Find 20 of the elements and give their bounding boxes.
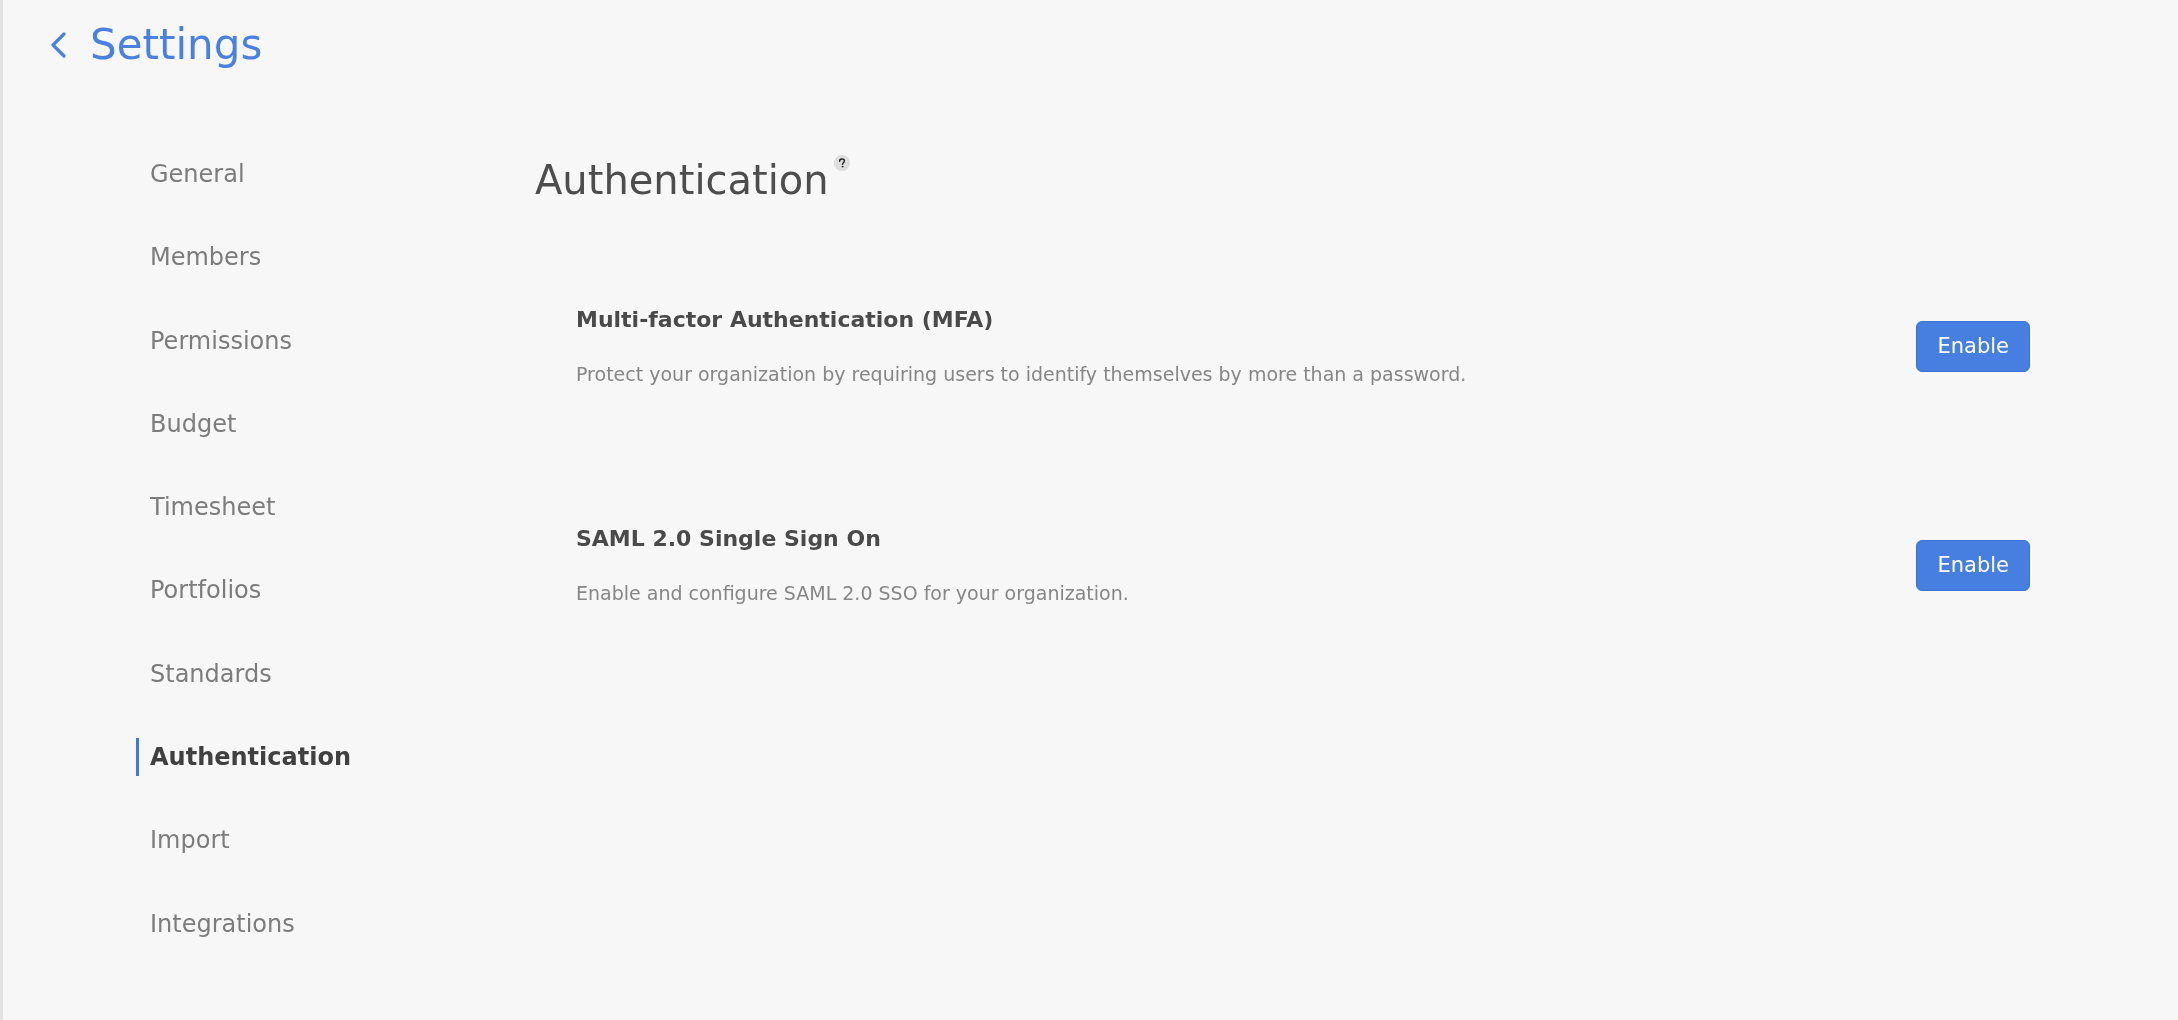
back-link[interactable]: Settings [50,20,263,70]
enable-button[interactable]: Enable [1916,539,2030,591]
enable-button[interactable]: Enable [1916,320,2030,372]
section-title: SAML 2.0 Single Sign On [576,525,882,553]
sidebar-item[interactable]: Permissions [136,321,292,360]
page-title: Authentication [535,156,829,204]
sidebar-item[interactable]: Timesheet [136,488,276,527]
section-title: Multi-factor Authentication (MFA) [576,306,995,334]
section-description: Enable and configure SAML 2.0 SSO for your organization. [576,581,1129,606]
sidebar-item[interactable]: Integrations [136,904,295,943]
sidebar-item[interactable]: Members [136,238,262,277]
sidebar-item[interactable]: Import [136,821,230,860]
section-description: Protect your organization by requiring users to identify themselves by more than a password. [576,362,1467,387]
chevron-left-icon [50,32,66,58]
sidebar-item[interactable]: Budget [136,404,237,443]
sidebar-item[interactable]: Standards [136,654,272,693]
sidebar-item[interactable]: Portfolios [136,571,262,610]
help-icon[interactable] [833,155,850,171]
sidebar-item[interactable]: General [136,155,245,193]
sidebar-item[interactable]: Authentication [136,738,351,777]
